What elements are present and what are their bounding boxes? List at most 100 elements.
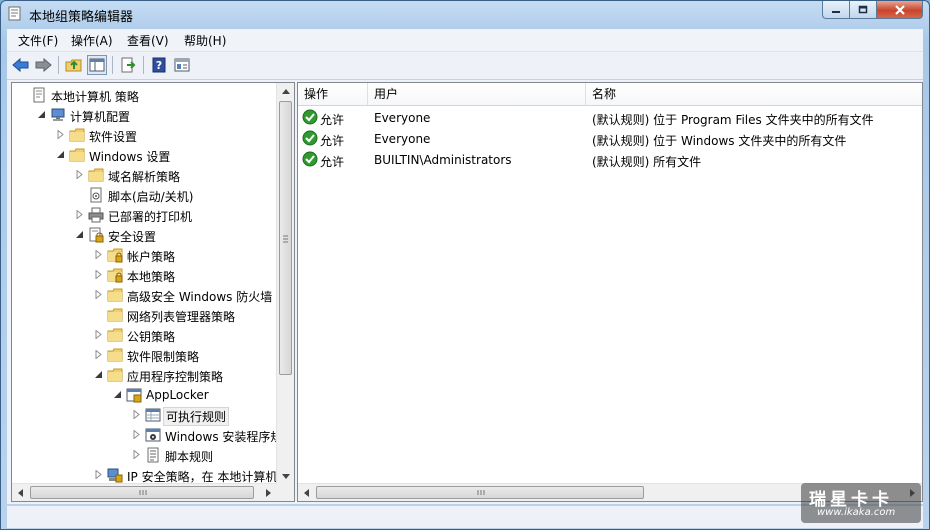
row-action: 允许 (320, 134, 345, 148)
menu-action[interactable]: 操作(A) (71, 32, 113, 49)
tree-node[interactable]: Windows 设置 (12, 145, 282, 165)
tree-node[interactable]: 本地策略 (12, 265, 282, 285)
up-folder-button[interactable] (64, 55, 84, 75)
show-hide-tree-icon (89, 58, 105, 72)
tree-node-label: Windows 设置 (89, 150, 171, 164)
watermark-logo: 瑞星卡卡 www.ikaka.com (801, 483, 921, 523)
computer-icon (51, 108, 65, 121)
maximize-icon (858, 5, 868, 13)
tree-node[interactable]: 脚本规则 (12, 445, 282, 465)
table-row[interactable]: 允许 Everyone (默认规则) 位于 Windows 文件夹中的所有文件 (298, 129, 922, 150)
tree-node[interactable]: 已部署的打印机 (12, 205, 282, 225)
menu-view[interactable]: 查看(V) (127, 32, 169, 49)
column-header-action[interactable]: 操作 (298, 83, 368, 105)
list-horizontal-scroll-thumb[interactable] (316, 486, 644, 499)
tree-node[interactable]: 网络列表管理器策略 (12, 305, 282, 325)
tree-node-label: 脚本规则 (165, 450, 214, 464)
collapsed-arrow-icon[interactable] (132, 410, 141, 419)
tree-node[interactable]: 域名解析策略 (12, 165, 282, 185)
table-row[interactable]: 允许 BUILTIN\Administrators (默认规则) 所有文件 (298, 150, 922, 171)
export-list-button[interactable] (118, 55, 138, 75)
tree-node-label: 软件限制策略 (127, 350, 200, 364)
collapsed-arrow-icon[interactable] (94, 470, 103, 479)
minimize-icon (832, 10, 840, 13)
menu-help[interactable]: 帮助(H) (184, 32, 226, 49)
tree-node[interactable]: AppLocker (12, 385, 282, 405)
tree-node-label: 软件设置 (89, 130, 138, 144)
column-header-name[interactable]: 名称 (586, 83, 922, 105)
show-hide-tree-button[interactable] (87, 55, 107, 75)
table-row[interactable]: 允许 Everyone (默认规则) 位于 Program Files 文件夹中的所… (298, 108, 922, 129)
tree-node[interactable]: 计算机配置 (12, 105, 282, 125)
properties-button[interactable] (172, 55, 192, 75)
menu-file[interactable]: 文件(F) (18, 32, 58, 49)
tree-node[interactable]: 本地计算机 策略 (12, 85, 282, 105)
caption-buttons (822, 1, 923, 19)
tree-node[interactable]: 高级安全 Windows 防火墙 (12, 285, 282, 305)
tree-vertical-scrollbar[interactable] (276, 83, 294, 485)
collapsed-arrow-icon[interactable] (94, 330, 103, 339)
tree-node[interactable]: 软件设置 (12, 125, 282, 145)
expanded-arrow-icon[interactable] (37, 110, 46, 119)
tree-node[interactable]: 应用程序控制策略 (12, 365, 282, 385)
scroll-right-button[interactable] (260, 484, 277, 501)
row-user: Everyone (374, 132, 431, 146)
main-content: 本地计算机 策略 计算机配置软件设置 Windows 设置 域名解析策略 脚本(启动/关… (7, 80, 923, 504)
grip-icon (283, 235, 288, 243)
tree-node[interactable]: 帐户策略 (12, 245, 282, 265)
forward-button[interactable] (33, 55, 53, 75)
arrow-right-icon (266, 488, 271, 497)
column-header-user[interactable]: 用户 (368, 83, 586, 105)
help-button[interactable]: ? (149, 55, 169, 75)
properties-icon (174, 58, 190, 72)
tree-horizontal-scrollbar[interactable] (12, 483, 277, 501)
maximize-button[interactable] (850, 1, 877, 19)
collapsed-arrow-icon[interactable] (75, 170, 84, 179)
collapsed-arrow-icon[interactable] (94, 290, 103, 299)
list-header: 操作 用户 名称 (298, 83, 922, 106)
folder-icon (107, 308, 123, 322)
tree-horizontal-scroll-thumb[interactable] (30, 486, 254, 499)
minimize-button[interactable] (822, 1, 850, 19)
tree-node[interactable]: 软件限制策略 (12, 345, 282, 365)
collapsed-arrow-icon[interactable] (94, 250, 103, 259)
rules-list: 操作 用户 名称 允许 Everyone (默认规则) 位于 Program Fil… (297, 82, 923, 502)
expanded-arrow-icon[interactable] (75, 230, 84, 239)
script-icon (90, 187, 102, 203)
tree-node[interactable]: 公钥策略 (12, 325, 282, 345)
scroll-left-button[interactable] (298, 484, 315, 501)
row-user: Everyone (374, 111, 431, 125)
scroll-up-button[interactable] (277, 83, 294, 100)
tree-vertical-scroll-thumb[interactable] (279, 101, 292, 375)
toolbar-separator (143, 56, 144, 74)
collapsed-arrow-icon[interactable] (132, 450, 141, 459)
scroll-left-button[interactable] (12, 484, 29, 501)
tree-node-label: 公钥策略 (127, 330, 176, 344)
expanded-arrow-icon[interactable] (113, 390, 122, 399)
close-icon (894, 4, 905, 15)
secure-folder-icon (107, 248, 123, 263)
tree-node[interactable]: Windows 安装程序规则 (12, 425, 294, 445)
folder-icon (107, 288, 123, 302)
scroll-down-button[interactable] (277, 468, 294, 485)
secure-folder-icon (107, 268, 123, 283)
policy-editor-icon (8, 6, 21, 21)
collapsed-arrow-icon[interactable] (56, 130, 65, 139)
title-bar[interactable]: 本地组策略编辑器 (1, 1, 929, 27)
collapsed-arrow-icon[interactable] (132, 430, 141, 439)
tree-node[interactable]: 安全设置 (12, 225, 282, 245)
collapsed-arrow-icon[interactable] (94, 270, 103, 279)
app-window: 本地组策略编辑器 文件(F) 操作(A) 查看(V) 帮助(H) ? 本地计算机… (0, 0, 930, 530)
back-button[interactable] (11, 55, 31, 75)
expanded-arrow-icon[interactable] (56, 150, 65, 159)
toolbar-separator (112, 56, 113, 74)
tree-node-label: 应用程序控制策略 (127, 370, 224, 384)
tree-node[interactable]: 可执行规则 (12, 405, 282, 426)
row-name: (默认规则) 所有文件 (592, 155, 702, 169)
collapsed-arrow-icon[interactable] (94, 350, 103, 359)
tree-node[interactable]: IP 安全策略，在 本地计算机 (12, 465, 282, 485)
expanded-arrow-icon[interactable] (94, 370, 103, 379)
close-button[interactable] (877, 1, 923, 19)
collapsed-arrow-icon[interactable] (75, 210, 84, 219)
tree-node[interactable]: 脚本(启动/关机) (12, 185, 282, 205)
